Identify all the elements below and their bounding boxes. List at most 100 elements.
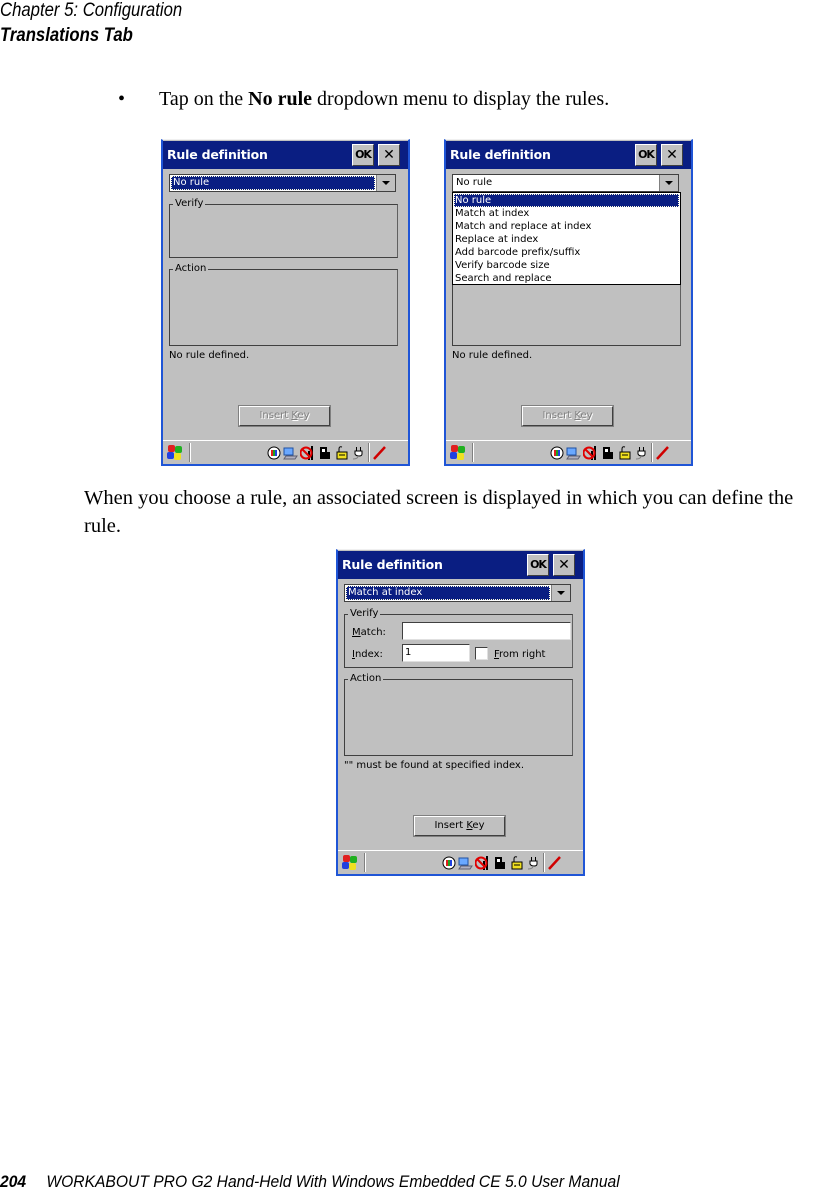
pc-connection-icon[interactable] [458,856,473,870]
screenshot-match-at-index: Rule definition OK ✕ Match at index Veri… [336,549,585,876]
taskbar-separator [472,443,474,462]
ok-button[interactable]: OK [352,144,374,166]
match-label-rest: atch: [360,627,386,638]
dropdown-option[interactable]: Replace at index [454,233,679,246]
taskbar [446,440,691,464]
screenshot-rule-list: Rule definition OK ✕ No rule No rule Mat… [444,139,693,466]
title-bar: Rule definition OK ✕ [338,551,583,579]
bullet-bold: No rule [248,88,313,110]
power-plug-icon[interactable] [352,446,366,460]
title-bar: Rule definition OK ✕ [446,141,691,169]
rule-dropdown[interactable]: No rule [452,174,679,192]
from-right-label-rest: rom right [499,649,546,660]
no-signal-icon[interactable] [582,446,597,460]
start-icon[interactable] [449,444,467,461]
ok-button[interactable]: OK [527,554,549,576]
scanner-icon[interactable] [319,446,333,460]
dropdown-option[interactable]: No rule [454,194,679,207]
no-signal-icon[interactable] [474,856,489,870]
rule-dropdown[interactable]: Match at index [344,584,571,602]
pc-connection-icon[interactable] [283,446,298,460]
bullet-suffix: dropdown menu to display the rules. [312,88,610,110]
window-title: Rule definition [167,147,268,162]
dropdown-option[interactable]: Search and replace [454,272,679,285]
rule-dropdown-list: No rule Match at index Match and replace… [452,192,681,285]
index-label: Index: [352,649,383,660]
action-group: Action [344,673,573,756]
network-icon[interactable] [442,856,456,870]
lock-icon[interactable] [511,856,525,870]
lock-icon[interactable] [619,446,633,460]
action-label: Action [348,673,384,685]
bullet-text: Tap on the No rule dropdown menu to disp… [159,88,609,111]
taskbar-separator [651,443,653,462]
title-bar: Rule definition OK ✕ [163,141,408,169]
insert-key-label-rest: ey [297,410,310,421]
start-icon[interactable] [166,444,184,461]
chapter-header: Chapter 5: Configuration [0,0,183,21]
rule-dropdown[interactable]: No rule [169,174,396,192]
chevron-down-icon[interactable] [659,175,678,191]
pen-input-icon[interactable] [373,446,387,460]
window-title: Rule definition [450,147,551,162]
dropdown-option[interactable]: Verify barcode size [454,259,679,272]
verify-label: Verify [348,608,381,620]
dropdown-option[interactable]: Add barcode prefix/suffix [454,246,679,259]
insert-key-label-rest: ey [472,820,485,831]
match-label: Match: [352,627,386,638]
bullet-symbol: • [118,88,126,110]
power-plug-icon[interactable] [527,856,541,870]
from-right-checkbox[interactable] [475,647,488,660]
pc-connection-icon[interactable] [566,446,581,460]
insert-key-label: Insert [259,410,292,421]
lock-icon[interactable] [336,446,350,460]
verify-group: Verify [169,198,398,258]
status-text: "" must be found at specified index. [344,760,525,771]
system-tray [550,443,670,462]
insert-key-button[interactable]: Insert Key [521,405,614,427]
taskbar [338,850,583,874]
close-button[interactable]: ✕ [378,144,400,166]
taskbar-separator [189,443,191,462]
match-mnemonic: M [352,627,361,638]
close-button[interactable]: ✕ [661,144,683,166]
insert-key-button[interactable]: Insert Key [413,815,506,837]
page-footer: 204 WORKABOUT PRO G2 Hand-Held With Windo… [0,1172,620,1192]
chevron-down-icon[interactable] [551,585,570,601]
manual-title: WORKABOUT PRO G2 Hand-Held With Windows … [46,1172,620,1191]
insert-key-label: Insert [434,820,467,831]
scanner-icon[interactable] [602,446,616,460]
rule-dropdown-value: No rule [171,176,375,190]
close-button[interactable]: ✕ [553,554,575,576]
power-plug-icon[interactable] [635,446,649,460]
dropdown-option[interactable]: Match and replace at index [454,220,679,233]
body-paragraph: When you choose a rule, an associated sc… [84,487,794,537]
taskbar [163,440,408,464]
insert-key-button[interactable]: Insert Key [238,405,331,427]
action-label: Action [173,263,209,275]
dropdown-option[interactable]: Match at index [454,207,679,220]
taskbar-separator [543,853,545,872]
chevron-down-icon[interactable] [376,175,395,191]
network-icon[interactable] [267,446,281,460]
no-signal-icon[interactable] [299,446,314,460]
match-input[interactable] [402,622,571,640]
system-tray [267,443,387,462]
pen-input-icon[interactable] [656,446,670,460]
insert-key-label: Insert [542,410,575,421]
network-icon[interactable] [550,446,564,460]
from-right-label[interactable]: From right [494,649,545,660]
index-input[interactable]: 1 [402,644,470,662]
pen-input-icon[interactable] [548,856,562,870]
rule-dropdown-value: No rule [456,177,493,188]
system-tray [442,853,562,872]
rule-dropdown-value: Match at index [346,586,550,600]
ok-button[interactable]: OK [635,144,657,166]
page-number: 204 [0,1172,27,1191]
scanner-icon[interactable] [494,856,508,870]
screenshot-no-rule: Rule definition OK ✕ No rule Verify Acti… [161,139,410,466]
start-icon[interactable] [341,854,359,871]
status-text: No rule defined. [452,350,533,361]
bullet-prefix: Tap on the [159,88,249,110]
window-title: Rule definition [342,557,443,572]
